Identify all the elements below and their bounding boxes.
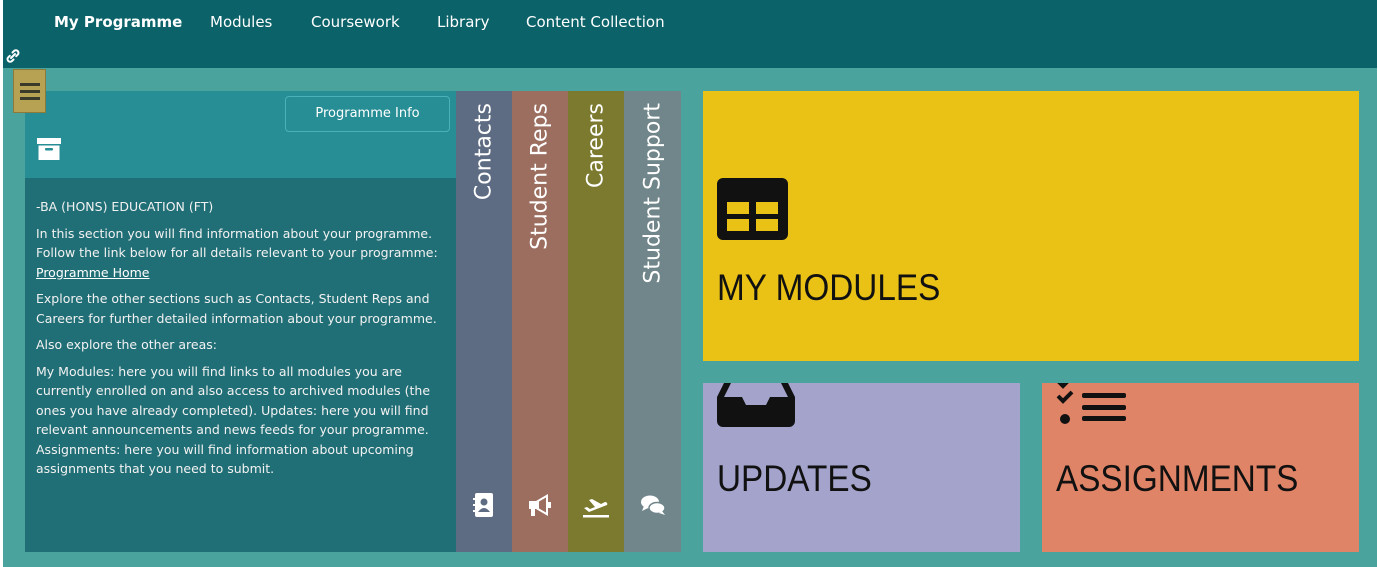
tab-careers-label: Careers <box>584 103 609 188</box>
nav-modules[interactable]: Modules <box>210 12 272 32</box>
page-frame: My Programme Modules Coursework Library … <box>3 0 1377 567</box>
tile-my-modules[interactable]: MY MODULES <box>703 91 1359 361</box>
top-navigation: My Programme Modules Coursework Library … <box>3 0 1377 68</box>
tab-student-support[interactable]: Student Support <box>624 91 681 552</box>
tab-contacts[interactable]: Contacts <box>456 91 512 552</box>
hamburger-icon-bar <box>20 90 40 93</box>
programme-name: -BA (HONS) EDUCATION (FT) <box>36 199 214 214</box>
tile-updates[interactable]: UPDATES <box>703 383 1020 552</box>
programme-info-button[interactable]: Programme Info <box>285 96 450 132</box>
inbox-tray-icon <box>717 383 795 427</box>
checklist-icon <box>1056 383 1126 424</box>
programme-info-panel: Programme Info -BA (HONS) EDUCATION (FT)… <box>25 91 456 552</box>
programme-also-text: Also explore the other areas: <box>36 337 217 352</box>
nav-library[interactable]: Library <box>437 12 489 32</box>
megaphone-icon <box>529 494 551 516</box>
programme-areas-text: My Modules: here you will find links to … <box>36 363 431 477</box>
tab-careers-text: Careers <box>583 103 609 188</box>
tile-updates-label: UPDATES <box>717 458 872 499</box>
nav-my-programme[interactable]: My Programme <box>54 12 182 32</box>
menu-toggle-button[interactable] <box>13 69 46 113</box>
programme-info-text: -BA (HONS) EDUCATION (FT) In this sectio… <box>36 197 448 486</box>
programme-intro: In this section you will find informatio… <box>36 224 448 283</box>
programme-explore-text: Explore the other sections such as Conta… <box>36 291 437 326</box>
programme-intro-text: In this section you will find informatio… <box>36 225 438 261</box>
tab-student-support-text: Student Support <box>640 103 665 284</box>
contact-card-icon <box>473 493 493 517</box>
programme-home-link[interactable]: Programme Home <box>36 265 150 280</box>
tile-my-modules-label: MY MODULES <box>717 267 941 308</box>
archive-box-icon <box>37 138 61 160</box>
tile-assignments[interactable]: ASSIGNMENTS <box>1042 383 1359 552</box>
tab-contacts-label: Contacts <box>472 103 497 200</box>
tab-student-support-label: Student Support <box>640 103 665 284</box>
tab-contacts-text: Contacts <box>471 103 497 201</box>
nav-coursework[interactable]: Coursework <box>311 12 400 32</box>
chat-bubbles-icon <box>640 495 666 515</box>
hamburger-icon-bar <box>20 83 40 86</box>
tab-student-reps-text: Student Reps <box>527 103 553 250</box>
tab-student-reps[interactable]: Student Reps <box>512 91 568 552</box>
hamburger-icon-bar <box>20 97 40 100</box>
tab-student-reps-label: Student Reps <box>528 103 553 250</box>
plane-departure-icon <box>583 499 609 518</box>
nav-content-collection[interactable]: Content Collection <box>526 12 665 32</box>
programme-info-header: Programme Info <box>25 91 456 178</box>
tile-assignments-label: ASSIGNMENTS <box>1056 458 1299 499</box>
tab-careers[interactable]: Careers <box>568 91 624 552</box>
table-grid-icon <box>717 178 788 240</box>
link-icon[interactable] <box>5 48 21 64</box>
